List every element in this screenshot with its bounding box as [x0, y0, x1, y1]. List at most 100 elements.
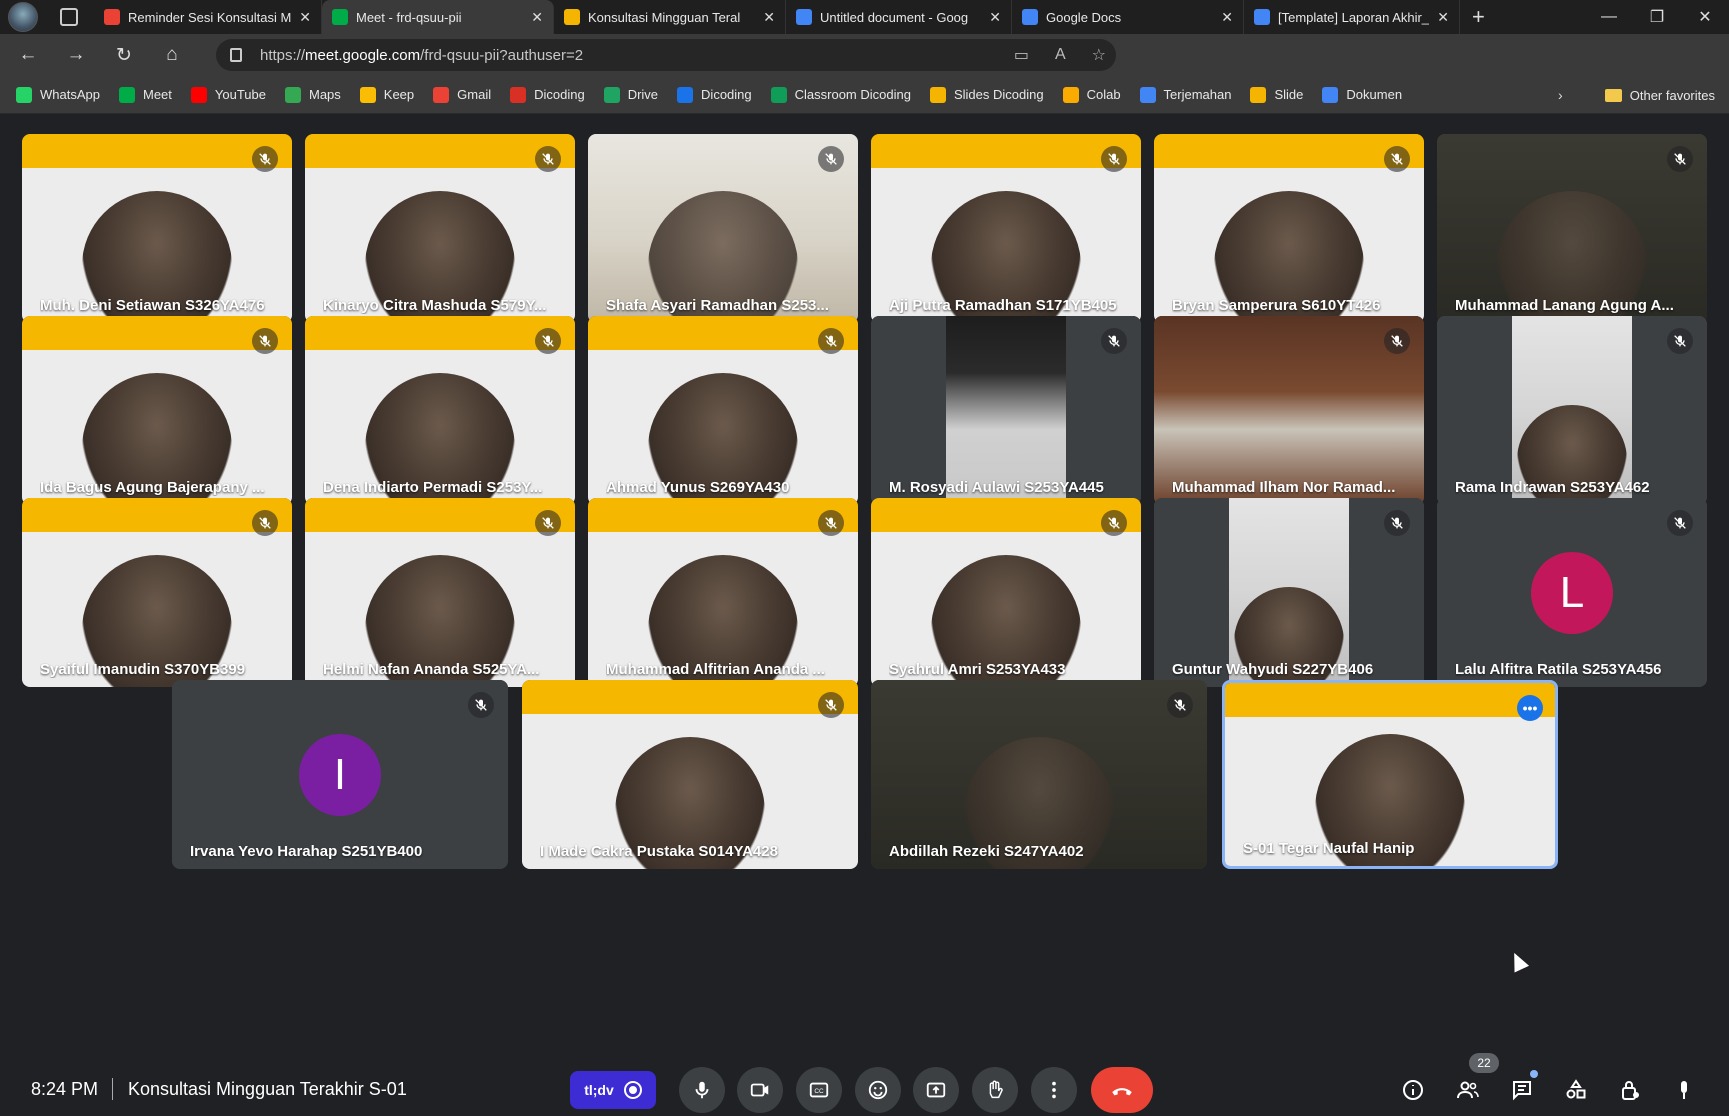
participant-name: Muhammad Lanang Agung A...	[1455, 297, 1674, 314]
bookmark-item[interactable]: Meet	[118, 86, 172, 103]
bookmark-item[interactable]: Slides Dicoding	[929, 86, 1044, 103]
participant-name: Guntur Wahyudi S227YB406	[1172, 661, 1374, 678]
bookmark-item[interactable]: Dicoding	[677, 86, 752, 103]
camera-permission-icon[interactable]: ▭	[1014, 45, 1029, 65]
tile-options-icon[interactable]: •••	[1517, 695, 1543, 721]
browser-tab[interactable]: Meet - frd-qsuu-pii ✕	[322, 0, 554, 34]
participant-tile[interactable]: Syahrul Amri S253YA433	[871, 498, 1141, 687]
refresh-button[interactable]: ↻	[104, 39, 144, 71]
browser-tab[interactable]: Untitled document - Goog ✕	[786, 0, 1012, 34]
browser-tab[interactable]: [Template] Laporan Akhir_ ✕	[1244, 0, 1460, 34]
lock-icon[interactable]	[230, 48, 242, 62]
participant-name: Muhammad Alfitrian Ananda ...	[606, 661, 825, 678]
muted-mic-icon	[1667, 510, 1693, 536]
participant-tile[interactable]: Rama Indrawan S253YA462	[1437, 316, 1707, 505]
present-screen-button[interactable]	[913, 1067, 959, 1113]
close-tab-icon[interactable]: ✕	[989, 9, 1001, 26]
chat-button[interactable]	[1508, 1076, 1536, 1104]
bookmark-item[interactable]: Classroom Dicoding	[770, 86, 911, 103]
participant-tile[interactable]: Ahmad Yunus S269YA430	[588, 316, 858, 505]
restore-button[interactable]: ❐	[1633, 0, 1681, 34]
read-aloud-icon[interactable]: A	[1055, 46, 1066, 64]
minimize-button[interactable]: —	[1585, 0, 1633, 34]
participant-name: Helmi Nafan Ananda S525YA...	[323, 661, 540, 678]
bookmarks-overflow-chevron-icon[interactable]: ›	[1558, 76, 1563, 114]
favorite-star-icon[interactable]: ☆	[1092, 45, 1106, 65]
participant-tile[interactable]: Muh. Deni Setiawan S326YA476	[22, 134, 292, 323]
host-controls-button[interactable]	[1616, 1076, 1644, 1104]
participant-tile[interactable]: Guntur Wahyudi S227YB406	[1154, 498, 1424, 687]
bookmark-item[interactable]: YouTube	[190, 86, 266, 103]
participant-tile[interactable]: I Made Cakra Pustaka S014YA428	[522, 680, 858, 869]
bookmark-item[interactable]: Slide	[1250, 86, 1304, 103]
bookmark-item[interactable]: Colab	[1062, 86, 1121, 103]
browser-tab[interactable]: Google Docs ✕	[1012, 0, 1244, 34]
bookmark-item[interactable]: Keep	[359, 86, 414, 103]
participant-tile[interactable]: Bryan Samperura S610YT426	[1154, 134, 1424, 323]
people-button[interactable]	[1454, 1076, 1482, 1104]
activities-button[interactable]	[1562, 1076, 1590, 1104]
participant-tile[interactable]: Aji Putra Ramadhan S171YB405	[871, 134, 1141, 323]
captions-button[interactable]: CC	[796, 1067, 842, 1113]
bookmark-label: Dicoding	[701, 87, 752, 102]
close-tab-icon[interactable]: ✕	[299, 9, 311, 26]
new-tab-button[interactable]: +	[1472, 4, 1485, 30]
participant-tile[interactable]: Ida Bagus Agung Bajerapany ...	[22, 316, 292, 505]
participant-name: Lalu Alfitra Ratila S253YA456	[1455, 661, 1662, 678]
close-tab-icon[interactable]: ✕	[763, 9, 775, 26]
participant-tile[interactable]: Dena Indiarto Permadi S253Y...	[305, 316, 575, 505]
browser-tab[interactable]: Reminder Sesi Konsultasi M ✕	[94, 0, 322, 34]
participant-tile[interactable]: ••• S-01 Tegar Naufal Hanip	[1222, 680, 1558, 869]
profile-avatar[interactable]	[8, 2, 38, 32]
bookmark-item[interactable]: Terjemahan	[1139, 86, 1231, 103]
home-button[interactable]: ⌂	[152, 39, 192, 71]
microphone-button[interactable]	[679, 1067, 725, 1113]
other-favorites[interactable]: Other favorites	[1604, 76, 1715, 114]
reactions-button[interactable]	[855, 1067, 901, 1113]
participant-tile[interactable]: Muhammad Ilham Nor Ramad...	[1154, 316, 1424, 505]
bookmark-item[interactable]: Dicoding	[510, 86, 585, 103]
bookmark-favicon-icon	[1250, 86, 1267, 103]
leave-call-button[interactable]	[1091, 1067, 1153, 1113]
address-bar[interactable]: https://meet.google.com/frd-qsuu-pii?aut…	[216, 39, 1116, 71]
captions-icon: CC	[809, 1082, 829, 1098]
workspaces-icon[interactable]	[60, 8, 78, 26]
participant-tile[interactable]: Muhammad Lanang Agung A...	[1437, 134, 1707, 323]
participant-avatar: L	[1531, 551, 1613, 634]
close-tab-icon[interactable]: ✕	[1437, 9, 1449, 26]
close-tab-icon[interactable]: ✕	[531, 9, 543, 26]
close-window-button[interactable]: ✕	[1681, 0, 1729, 34]
bookmark-label: Colab	[1086, 87, 1121, 102]
participant-tile[interactable]: L Lalu Alfitra Ratila S253YA456	[1437, 498, 1707, 687]
meeting-details-button[interactable]	[1399, 1076, 1427, 1104]
bookmark-item[interactable]: Dokumen	[1322, 86, 1402, 103]
raise-hand-button[interactable]	[972, 1067, 1018, 1113]
more-options-button[interactable]	[1031, 1067, 1077, 1113]
participant-tile[interactable]: Syaiful Imanudin S370YB399	[22, 498, 292, 687]
back-button[interactable]: ←	[8, 39, 48, 71]
mic-extension-icon	[1681, 1081, 1687, 1099]
camera-button[interactable]	[737, 1067, 783, 1113]
participant-tile[interactable]: Shafa Asyari Ramadhan S253...	[588, 134, 858, 323]
docs-icon	[1254, 9, 1270, 25]
bookmark-item[interactable]: WhatsApp	[16, 86, 100, 103]
extension-mic-button[interactable]	[1670, 1076, 1698, 1104]
close-tab-icon[interactable]: ✕	[1221, 9, 1233, 26]
docs-icon	[1022, 9, 1038, 25]
tab-strip: Reminder Sesi Konsultasi M ✕ Meet - frd-qs…	[0, 0, 1729, 34]
bookmark-item[interactable]: Maps	[284, 86, 341, 103]
bookmark-label: Slide	[1274, 87, 1304, 102]
bookmark-item[interactable]: Gmail	[433, 86, 491, 103]
participant-tile[interactable]: Abdillah Rezeki S247YA402	[871, 680, 1207, 869]
tldv-record-button[interactable]: tl;dv	[570, 1071, 656, 1109]
participant-tile[interactable]: I Irvana Yevo Harahap S251YB400	[172, 680, 508, 869]
bookmark-item[interactable]: Drive	[603, 86, 658, 103]
forward-button[interactable]: →	[56, 39, 96, 71]
bookmark-label: Slides Dicoding	[953, 87, 1044, 102]
muted-mic-icon	[535, 146, 561, 172]
participant-tile[interactable]: M. Rosyadi Aulawi S253YA445	[871, 316, 1141, 505]
participant-tile[interactable]: Kinaryo Citra Mashuda S579Y...	[305, 134, 575, 323]
participant-tile[interactable]: Helmi Nafan Ananda S525YA...	[305, 498, 575, 687]
participant-tile[interactable]: Muhammad Alfitrian Ananda ...	[588, 498, 858, 687]
browser-tab[interactable]: Konsultasi Mingguan Teral ✕	[554, 0, 786, 34]
